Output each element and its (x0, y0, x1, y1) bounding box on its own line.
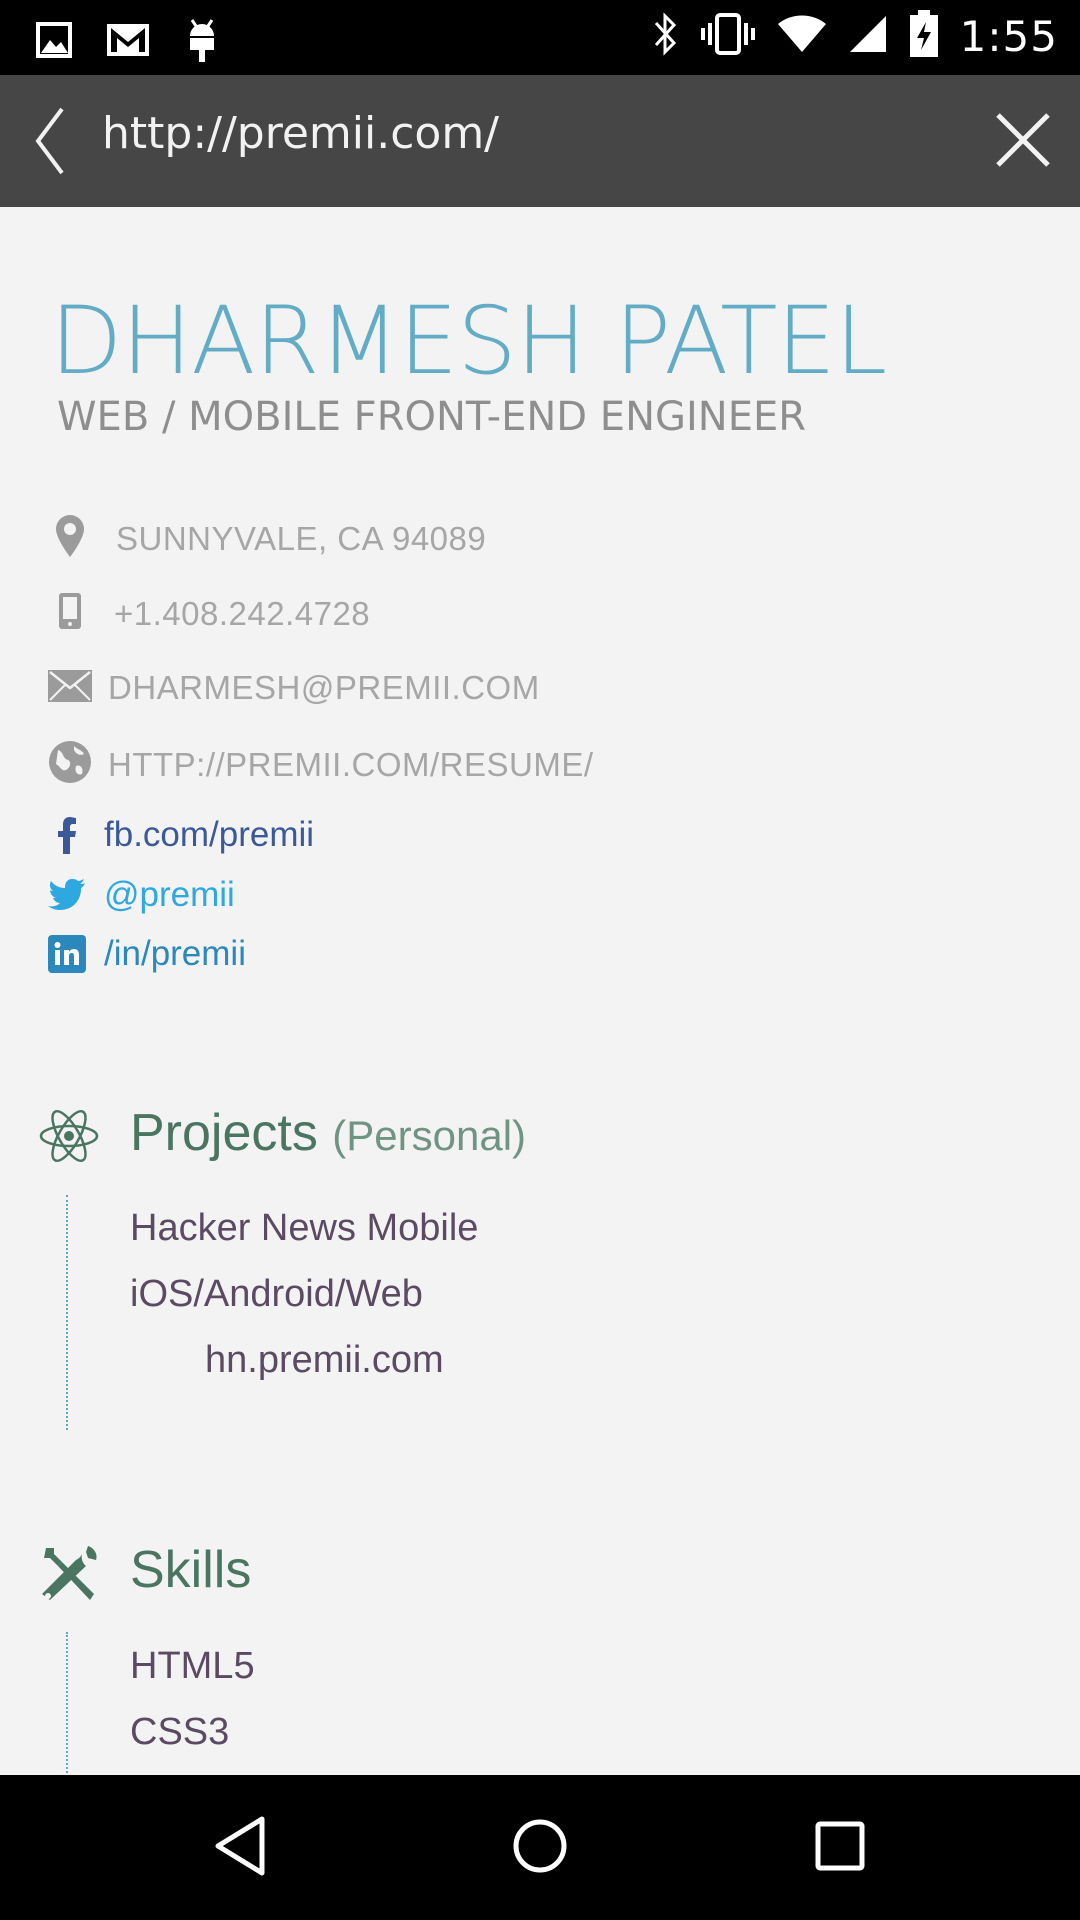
home-circle-icon (513, 1819, 567, 1873)
wifi-icon (776, 14, 828, 59)
status-time: 1:55 (959, 12, 1058, 61)
facebook-icon (46, 816, 88, 854)
projects-subtitle: (Personal) (332, 1112, 527, 1159)
gmail-icon (106, 22, 150, 63)
navigation-bar (0, 1775, 1080, 1920)
project-item: Hacker News Mobile (130, 1207, 479, 1249)
twitter-row: @premii (46, 875, 235, 915)
close-button[interactable] (992, 109, 1054, 171)
location-text: SUNNYVALE, CA 94089 (116, 519, 487, 557)
battery-icon (908, 10, 940, 63)
back-triangle-icon (215, 1816, 265, 1876)
facebook-link[interactable]: fb.com/premii (104, 815, 314, 855)
skills-title: Skills (130, 1541, 252, 1599)
close-icon (996, 113, 1050, 167)
phone-link[interactable]: +1.408.242.4728 (114, 595, 370, 633)
nav-home-button[interactable] (512, 1815, 568, 1882)
browser-toolbar: http://premii.com/ (0, 75, 1080, 207)
linkedin-icon (46, 935, 88, 973)
map-pin-icon (54, 513, 86, 564)
nav-back-button[interactable] (212, 1815, 268, 1882)
website-link[interactable]: HTTP://PREMII.COM/RESUME/ (108, 746, 594, 784)
profile-role: WEB / MOBILE FRONT-END ENGINEER (57, 394, 807, 440)
skills-heading: Skills (130, 1540, 251, 1600)
android-debug-icon (184, 16, 220, 69)
skill-item: CSS3 (130, 1711, 230, 1753)
skill-item: HTML5 (130, 1645, 255, 1687)
gallery-icon (36, 20, 72, 65)
mobile-phone-icon (58, 592, 82, 635)
envelope-icon (48, 669, 92, 707)
facebook-row: fb.com/premii (46, 815, 314, 855)
linkedin-row: /in/premii (46, 934, 246, 974)
status-bar: 1:55 (0, 0, 1080, 75)
phone-row: +1.408.242.4728 (58, 592, 370, 635)
status-bar-system: 1:55 (652, 10, 1058, 63)
email-link[interactable]: DHARMESH@PREMII.COM (108, 669, 540, 707)
nav-recents-button[interactable] (812, 1815, 868, 1882)
back-button[interactable] (30, 103, 80, 179)
project-item: iOS/Android/Web (130, 1273, 423, 1315)
projects-divider (66, 1195, 68, 1430)
atom-icon (38, 1105, 100, 1172)
url-text[interactable]: http://premii.com/ (102, 108, 499, 159)
website-row: HTTP://PREMII.COM/RESUME/ (48, 740, 594, 789)
skills-divider (66, 1632, 68, 1775)
vibrate-icon (700, 13, 756, 60)
twitter-icon (46, 879, 88, 911)
project-link[interactable]: hn.premii.com (205, 1339, 444, 1382)
status-bar-notifications (36, 16, 220, 69)
signal-icon (848, 14, 888, 59)
projects-title: Projects (130, 1104, 318, 1162)
twitter-link[interactable]: @premii (104, 875, 235, 915)
chevron-left-icon (35, 107, 64, 175)
recents-square-icon (815, 1821, 865, 1871)
globe-icon (48, 740, 92, 789)
projects-heading: Projects (Personal) (130, 1103, 526, 1163)
web-page: DHARMESH PATEL WEB / MOBILE FRONT-END EN… (0, 207, 1080, 1775)
location-row: SUNNYVALE, CA 94089 (54, 513, 486, 564)
linkedin-link[interactable]: /in/premii (104, 934, 246, 974)
tools-icon (38, 1544, 100, 1609)
profile-name: DHARMESH PATEL (50, 287, 887, 396)
email-row: DHARMESH@PREMII.COM (48, 669, 540, 707)
bluetooth-icon (652, 11, 680, 62)
